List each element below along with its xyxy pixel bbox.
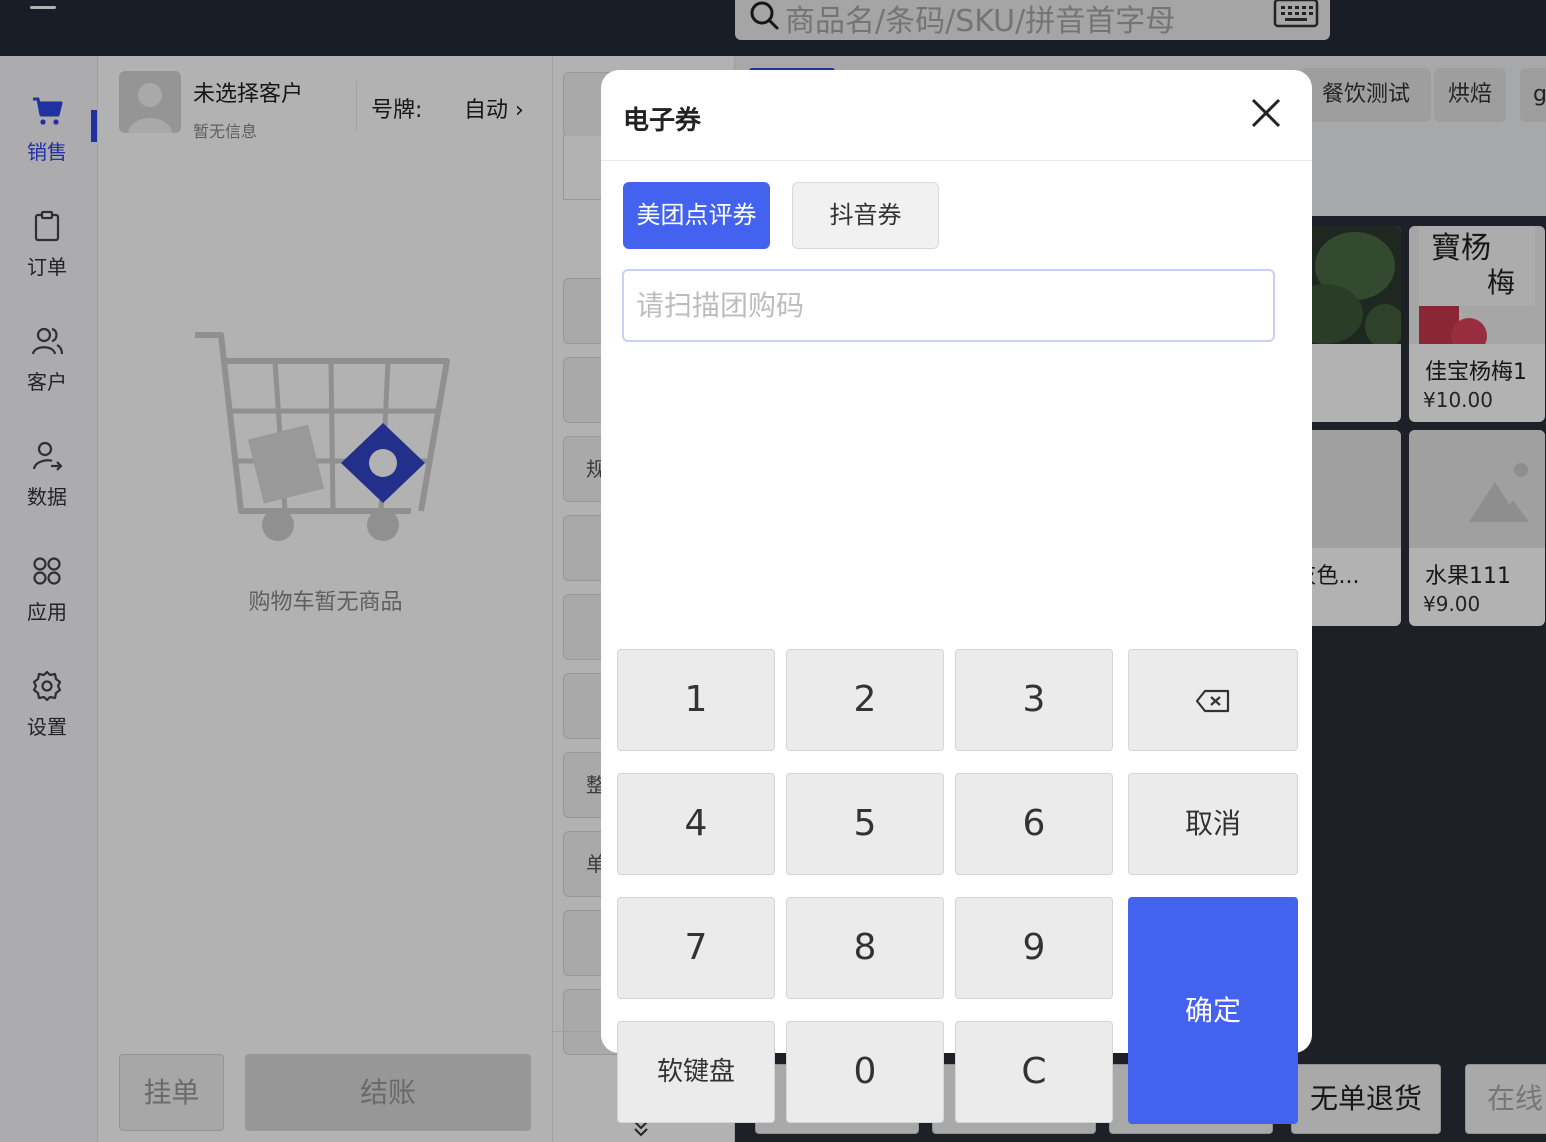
close-icon[interactable] (1251, 98, 1281, 128)
key-8[interactable]: 8 (786, 897, 944, 999)
backspace-icon (1195, 689, 1230, 713)
clear-button[interactable]: C (955, 1021, 1113, 1123)
key-4[interactable]: 4 (617, 773, 775, 875)
modal-title: 电子券 (623, 106, 702, 136)
confirm-button[interactable]: 确定 (1128, 897, 1298, 1124)
cancel-button[interactable]: 取消 (1128, 773, 1298, 875)
key-5[interactable]: 5 (786, 773, 944, 875)
key-9[interactable]: 9 (955, 897, 1113, 999)
key-1[interactable]: 1 (617, 649, 775, 751)
key-7[interactable]: 7 (617, 897, 775, 999)
group-code-input[interactable] (622, 269, 1275, 342)
divider (601, 160, 1312, 161)
tab-meituan-coupon[interactable]: 美团点评券 (623, 182, 770, 249)
key-3[interactable]: 3 (955, 649, 1113, 751)
key-6[interactable]: 6 (955, 773, 1113, 875)
key-2[interactable]: 2 (786, 649, 944, 751)
soft-keyboard-button[interactable]: 软键盘 (617, 1021, 775, 1123)
key-0[interactable]: 0 (786, 1021, 944, 1123)
tab-douyin-coupon[interactable]: 抖音券 (792, 182, 939, 249)
backspace-button[interactable] (1128, 649, 1298, 751)
